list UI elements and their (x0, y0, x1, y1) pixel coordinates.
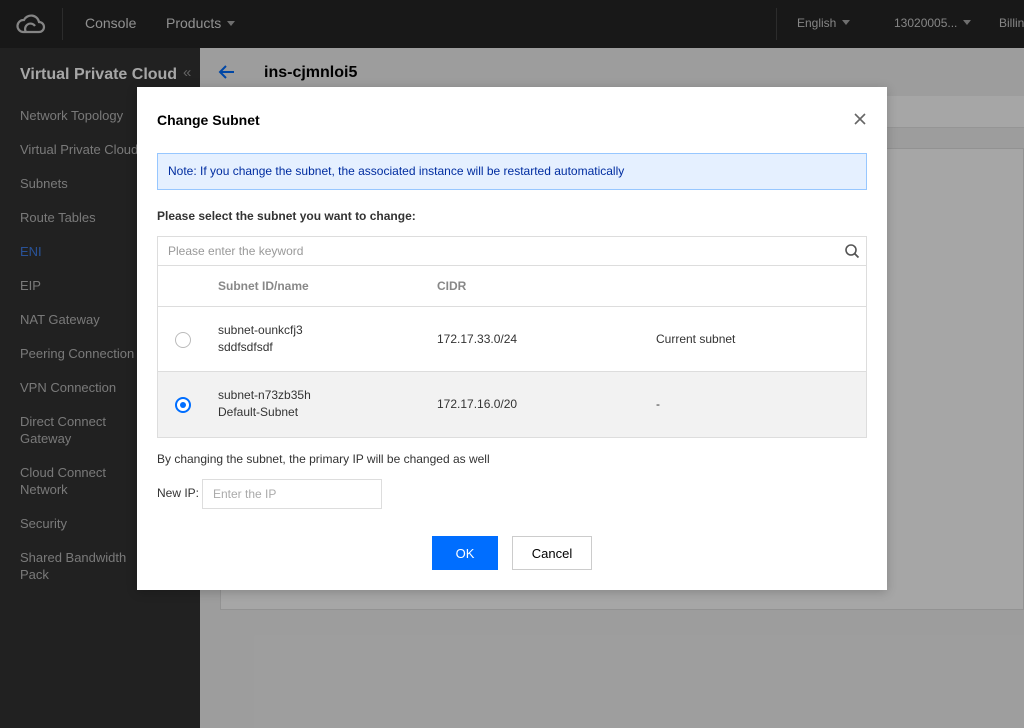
subnet-status: Current subnet (656, 332, 736, 346)
table-row[interactable]: subnet-ounkcfj3 sddfsdfsdf 172.17.33.0/2… (158, 307, 866, 372)
subnet-table: Subnet ID/name CIDR subnet-ounkcfj3 sddf… (157, 266, 867, 438)
subnet-id-cell: subnet-ounkcfj3 sddfsdfsdf (218, 322, 303, 356)
search-input[interactable] (158, 237, 838, 265)
cancel-button[interactable]: Cancel (512, 536, 592, 570)
ok-button[interactable]: OK (432, 536, 498, 570)
subnet-radio[interactable] (175, 332, 191, 348)
dialog-title: Change Subnet (157, 112, 260, 128)
subnet-cidr: 172.17.33.0/24 (437, 332, 518, 346)
close-icon[interactable] (853, 112, 867, 126)
select-subnet-prompt: Please select the subnet you want to cha… (157, 209, 416, 223)
restart-note: Note: If you change the subnet, the asso… (157, 153, 867, 190)
column-header-cidr: CIDR (437, 279, 467, 293)
new-ip-input[interactable] (202, 479, 382, 509)
subnet-status: - (656, 397, 660, 411)
change-subnet-dialog: Change Subnet Note: If you change the su… (137, 87, 887, 590)
subnet-name: Default-Subnet (218, 405, 299, 419)
subnet-id: subnet-ounkcfj3 (218, 323, 303, 337)
subnet-id-cell: subnet-n73zb35h Default-Subnet (218, 387, 311, 421)
new-ip-label: New IP: (157, 486, 200, 500)
table-row[interactable]: subnet-n73zb35h Default-Subnet 172.17.16… (158, 372, 866, 437)
search-box (157, 236, 867, 266)
primary-ip-hint: By changing the subnet, the primary IP w… (157, 452, 490, 466)
search-icon[interactable] (844, 243, 860, 259)
table-header: Subnet ID/name CIDR (158, 266, 866, 307)
subnet-name: sddfsdfsdf (218, 340, 273, 354)
subnet-cidr: 172.17.16.0/20 (437, 397, 518, 411)
column-header-subnet-id: Subnet ID/name (218, 279, 309, 293)
subnet-id: subnet-n73zb35h (218, 388, 311, 402)
subnet-radio-selected[interactable] (175, 397, 191, 413)
